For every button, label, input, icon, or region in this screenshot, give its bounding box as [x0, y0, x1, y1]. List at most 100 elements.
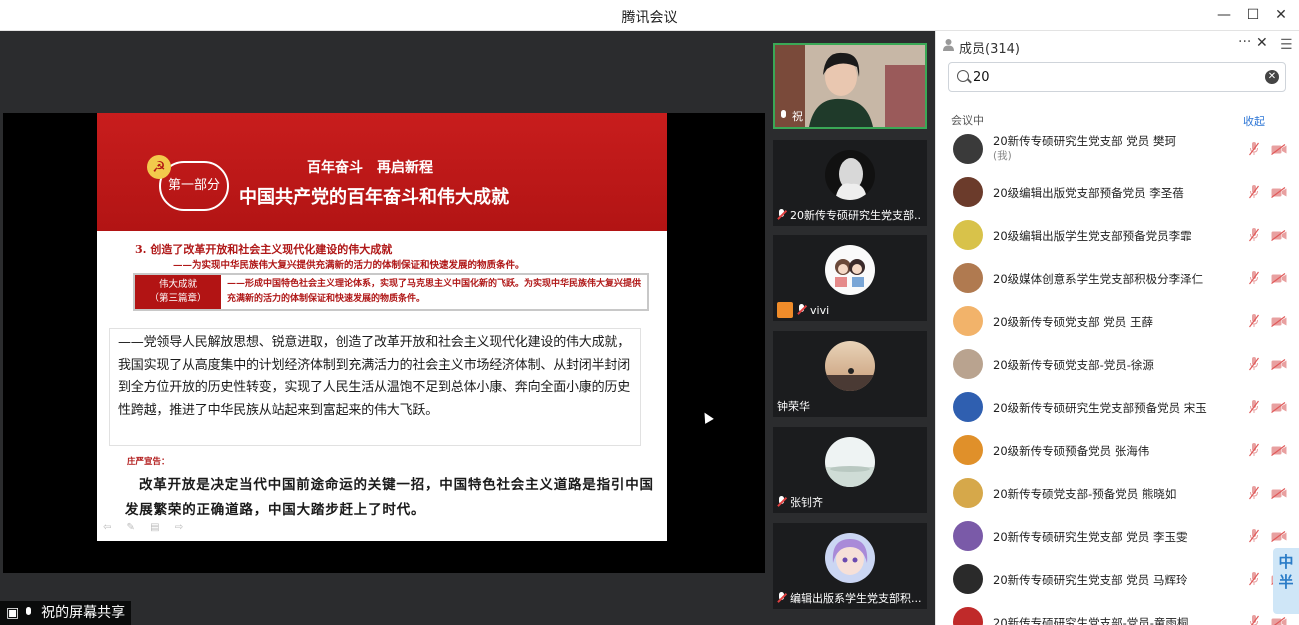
- video-gallery: 祝 20新传专硕研究生党支部... vivi 钟荣华 张钊齐 编辑出版系学生党支…: [765, 31, 935, 625]
- more-options-icon[interactable]: ···: [1238, 34, 1251, 50]
- member-name: 20级编辑出版学生党支部预备党员李霏: [993, 229, 1192, 243]
- avatar: [953, 134, 983, 164]
- mic-muted-icon[interactable]: [1249, 357, 1259, 371]
- achievement-text: ——形成中国特色社会主义理论体系，实现了马克思主义中国化新的飞跃。为实现中华民族…: [227, 279, 642, 304]
- video-tile-name: 编辑出版系学生党支部积...: [777, 590, 921, 606]
- achievement-tag-line1: 伟大成就: [158, 279, 197, 290]
- close-panel-icon[interactable]: ✕: [1256, 35, 1268, 51]
- declaration-label: 庄严宣告：: [127, 457, 170, 467]
- video-tile[interactable]: 钟荣华: [773, 331, 927, 417]
- title-bar: 腾讯会议 — ☐ ✕: [0, 0, 1299, 31]
- camera-off-icon[interactable]: [1271, 187, 1287, 198]
- member-name: 20级媒体创意系学生党支部积极分李泽仁: [993, 272, 1204, 286]
- side-floating-badge[interactable]: 中半: [1273, 548, 1299, 614]
- member-row[interactable]: 20新传专硕研究生党支部 党员 马辉玲: [936, 558, 1299, 601]
- collapse-link[interactable]: 收起: [1243, 113, 1265, 129]
- video-tile[interactable]: vivi: [773, 235, 927, 321]
- member-name: 20级新传专硕党支部 党员 王薛: [993, 315, 1153, 329]
- member-row[interactable]: 20级新传专硕预备党员 张海伟: [936, 429, 1299, 472]
- member-row[interactable]: 20级编辑出版学生党支部预备党员李霏: [936, 214, 1299, 257]
- member-search-box[interactable]: ✕: [948, 62, 1286, 92]
- share-label-text: 祝的屏幕共享: [41, 605, 126, 621]
- camera-off-icon[interactable]: [1271, 488, 1287, 499]
- avatar: [825, 150, 875, 200]
- slide-banner-title: 中国共产党的百年奋斗和伟大成就: [239, 187, 509, 208]
- video-tile[interactable]: 编辑出版系学生党支部积...: [773, 523, 927, 609]
- slide-section-title: 3. 创造了改革开放和社会主义现代化建设的伟大成就: [135, 243, 393, 256]
- video-tile[interactable]: 张钊齐: [773, 427, 927, 513]
- window-title: 腾讯会议: [621, 10, 678, 26]
- camera-off-icon[interactable]: [1271, 531, 1287, 542]
- video-tile-name: 钟荣华: [777, 400, 810, 413]
- menu-icon[interactable]: ☰: [1280, 37, 1293, 53]
- screen-share-area[interactable]: 第一部分 ☭ 百年奋斗 再启新程 中国共产党的百年奋斗和伟大成就 3. 创造了改…: [0, 31, 765, 625]
- member-row[interactable]: 20级新传专硕党支部 党员 王薛: [936, 300, 1299, 343]
- maximize-button[interactable]: ☐: [1242, 5, 1264, 25]
- shared-slide: 第一部分 ☭ 百年奋斗 再启新程 中国共产党的百年奋斗和伟大成就 3. 创造了改…: [97, 113, 667, 541]
- member-list: 20新传专硕研究生党支部 党员 樊珂 (我) 20级编辑出版党支部预备党员 李圣蓓 2…: [936, 128, 1299, 625]
- members-header: 成员(314) ··· ✕ ☰: [936, 31, 1299, 59]
- achievement-tag: 伟大成就 （第三篇章）: [135, 275, 221, 309]
- camera-off-icon[interactable]: [1271, 273, 1287, 284]
- avatar: [953, 349, 983, 379]
- avatar: [953, 263, 983, 293]
- member-row[interactable]: 20级新传专硕党支部-党员-徐源: [936, 343, 1299, 386]
- share-screen-icon: ▣: [6, 605, 20, 621]
- camera-off-icon[interactable]: [1271, 230, 1287, 241]
- video-tile-name: 20新传专硕研究生党支部...: [777, 207, 921, 223]
- avatar: [953, 306, 983, 336]
- quote-box: ——党领导人民解放思想、锐意进取，创造了改革开放和社会主义现代化建设的伟大成就，…: [109, 328, 641, 446]
- mic-muted-icon[interactable]: [1249, 486, 1259, 500]
- member-row[interactable]: 20新传专硕党支部-预备党员 熊晓如: [936, 472, 1299, 515]
- avatar: [953, 177, 983, 207]
- mic-icon: [24, 607, 33, 619]
- member-row[interactable]: 20新传专硕研究生党支部 党员 李玉雯: [936, 515, 1299, 558]
- mic-muted-icon: [777, 496, 786, 508]
- avatar: [953, 435, 983, 465]
- member-row[interactable]: 20新传专硕研究生党支部 党员 樊珂 (我): [936, 128, 1299, 171]
- mic-muted-icon[interactable]: [1249, 314, 1259, 328]
- camera-off-icon[interactable]: [1271, 316, 1287, 327]
- minimize-button[interactable]: —: [1213, 5, 1235, 25]
- camera-off-icon[interactable]: [1271, 144, 1287, 155]
- camera-off-icon[interactable]: [1271, 617, 1287, 625]
- mic-icon: [779, 110, 788, 122]
- mic-muted-icon[interactable]: [1249, 443, 1259, 457]
- member-name: 20新传专硕研究生党支部 党员 樊珂: [993, 134, 1176, 148]
- camera-off-icon[interactable]: [1271, 359, 1287, 370]
- mic-muted-icon[interactable]: [1249, 529, 1259, 543]
- user-icon: [777, 302, 793, 318]
- mic-muted-icon[interactable]: [1249, 572, 1259, 586]
- achievement-box: 伟大成就 （第三篇章） ——形成中国特色社会主义理论体系，实现了马克思主义中国化…: [133, 273, 649, 311]
- member-row[interactable]: 20级新传专硕研究生党支部预备党员 宋玉: [936, 386, 1299, 429]
- avatar: [825, 533, 875, 583]
- video-tile[interactable]: 祝: [773, 43, 927, 129]
- mic-muted-icon[interactable]: [1249, 400, 1259, 414]
- share-source-label: ▣ 祝的屏幕共享: [0, 601, 132, 625]
- member-row[interactable]: 20级媒体创意系学生党支部积极分李泽仁: [936, 257, 1299, 300]
- quote-text: ——党领导人民解放思想、锐意进取，创造了改革开放和社会主义现代化建设的伟大成就，…: [118, 335, 631, 418]
- member-name: 20新传专硕党支部-预备党员 熊晓如: [993, 487, 1177, 501]
- members-panel: 成员(314) ··· ✕ ☰ ✕ 会议中 收起 20新传专硕研究生党支部 党员…: [935, 31, 1299, 625]
- member-search-input[interactable]: [973, 67, 1253, 87]
- clear-search-icon[interactable]: ✕: [1265, 70, 1279, 84]
- mic-muted-icon[interactable]: [1249, 271, 1259, 285]
- close-button[interactable]: ✕: [1270, 5, 1292, 25]
- camera-off-icon[interactable]: [1271, 402, 1287, 413]
- video-tile[interactable]: 20新传专硕研究生党支部...: [773, 140, 927, 226]
- declaration-text: 改革开放是决定当代中国前途命运的关键一招，中国特色社会主义道路是指引中国发展繁荣…: [125, 477, 654, 518]
- member-name: 20级新传专硕党支部-党员-徐源: [993, 358, 1154, 372]
- member-name: 20级新传专硕研究生党支部预备党员 宋玉: [993, 401, 1207, 415]
- mic-muted-icon[interactable]: [1249, 228, 1259, 242]
- member-row[interactable]: 20新传专硕研究生党支部-党员-童雨桐: [936, 601, 1299, 625]
- member-row[interactable]: 20级编辑出版党支部预备党员 李圣蓓: [936, 171, 1299, 214]
- slide-toolbar-icons: ⇦ ✎ ▤ ⇨: [103, 522, 190, 533]
- camera-off-icon[interactable]: [1271, 445, 1287, 456]
- mic-muted-icon[interactable]: [1249, 142, 1259, 156]
- member-name: 20级新传专硕预备党员 张海伟: [993, 444, 1150, 458]
- mic-muted-icon[interactable]: [1249, 615, 1259, 625]
- mic-muted-icon[interactable]: [1249, 185, 1259, 199]
- avatar: [953, 220, 983, 250]
- person-icon: [943, 39, 954, 51]
- mic-muted-icon: [797, 304, 806, 316]
